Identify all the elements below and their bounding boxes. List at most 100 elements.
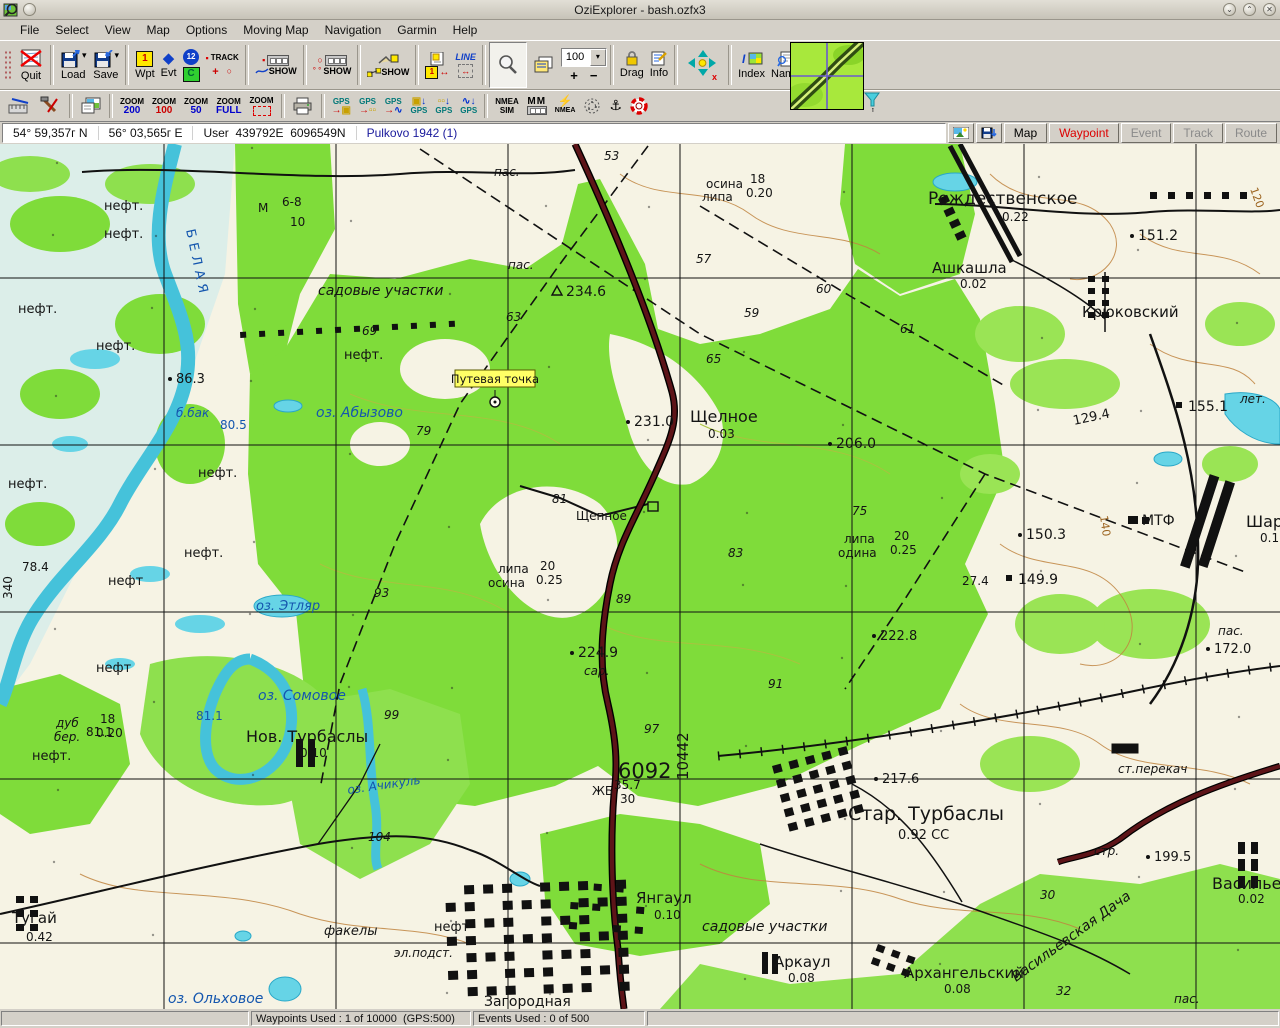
zoom-level-value[interactable]: 100 (562, 51, 590, 63)
map-label: Ашкашла (932, 259, 1007, 277)
topo-map[interactable]: пас.53осиналипа180.20Рождественское0.221… (0, 144, 1280, 1009)
gps-send-waypoints-button[interactable]: GPS→▣ (328, 93, 355, 120)
menu-item-navigation[interactable]: Navigation (317, 21, 390, 39)
print-button[interactable] (288, 93, 318, 120)
map-label: сар. (584, 664, 609, 678)
zoom-200-button[interactable]: ZOOM200 (116, 93, 148, 120)
track-add-icon[interactable]: + (212, 66, 218, 78)
map-label: Шарип (1246, 512, 1280, 531)
zoom-full-button[interactable]: ZOOMFULL (212, 93, 246, 120)
line-style-button[interactable]: LINE ↔ (452, 43, 479, 87)
image-button[interactable] (948, 123, 974, 143)
menu-item-garmin[interactable]: Garmin (389, 21, 444, 39)
gps-get-track-button[interactable]: ∿↓GPS (456, 93, 481, 120)
tab-event[interactable]: Event (1121, 123, 1172, 143)
screenshot-button[interactable] (76, 93, 106, 120)
menu-item-select[interactable]: Select (47, 21, 96, 39)
separator (728, 45, 732, 85)
zoom-label: ZOOM (250, 96, 274, 105)
menu-item-file[interactable]: File (12, 21, 47, 39)
tab-waypoint[interactable]: Waypoint (1049, 123, 1119, 143)
track-controls[interactable]: ▪TRACK +○ (203, 43, 242, 87)
menu-item-map[interactable]: Map (139, 21, 178, 39)
waypoint-create-button[interactable]: 1 Wpt (132, 43, 158, 87)
comment-icon[interactable]: C (183, 67, 200, 82)
magnify-button[interactable] (489, 42, 527, 88)
show-waypoints-button[interactable]: ○ ° °SHOW (310, 43, 355, 87)
shade-button[interactable]: ⌄ (1223, 3, 1236, 16)
mob-button[interactable] (626, 93, 652, 120)
menu-item-help[interactable]: Help (445, 21, 486, 39)
waypoint-number-icon[interactable]: 12 (183, 49, 199, 65)
satellite-status-button[interactable] (579, 93, 605, 120)
lcd-icon (527, 106, 547, 115)
zoom-in-button[interactable]: + (570, 68, 578, 83)
wpt-number-comment-buttons[interactable]: 12 C (180, 43, 203, 87)
show-routes-button[interactable]: SHOW (364, 43, 412, 87)
index-button[interactable]: I Index (735, 43, 768, 87)
anchor-alarm-button[interactable]: ⚓ (605, 93, 626, 120)
zoom-dropdown-button[interactable]: ▾ (590, 49, 606, 66)
save-button[interactable]: ▾ Save (90, 43, 123, 87)
measure-button[interactable] (4, 93, 36, 120)
nmea-monitor-button[interactable]: ⚡ NMEA (551, 93, 580, 120)
load-button[interactable]: ▾ Load (57, 43, 90, 87)
tab-route[interactable]: Route (1225, 123, 1277, 143)
gps-get-routes-button[interactable]: ▫▫↓GPS (431, 93, 456, 120)
drag-button[interactable]: Drag (617, 43, 647, 87)
close-button[interactable]: ✕ (1263, 3, 1276, 16)
tools-icon (40, 96, 62, 116)
map-label: Рождественское (928, 189, 1078, 209)
tools-button[interactable] (36, 93, 66, 120)
pan-pad[interactable]: x (681, 43, 725, 87)
map-label: Нов. Турбаслы (246, 727, 368, 746)
dropdown-arrow-icon[interactable]: ▾ (115, 50, 120, 61)
map-label: 0.10 (300, 746, 327, 760)
info-button[interactable]: Info (647, 43, 671, 87)
map-label: одина (838, 546, 877, 560)
map-label: нефт (108, 574, 144, 589)
map-label: 83 (728, 546, 743, 560)
zoom-out-button[interactable]: − (590, 68, 598, 83)
save-disk-icon (93, 50, 113, 68)
menu-item-view[interactable]: View (97, 21, 139, 39)
user-grid-display: User 439792E 6096549N (193, 126, 356, 140)
zoom-100-button[interactable]: ZOOM100 (148, 93, 180, 120)
menu-item-options[interactable]: Options (178, 21, 235, 39)
nmea-simulate-button[interactable]: NMEASIM (491, 93, 523, 120)
magnifier-icon (497, 54, 519, 76)
map-label: 99 (384, 708, 399, 722)
map-label: 172.0 (1214, 642, 1251, 657)
map-label: 104 (368, 830, 391, 844)
arrow-lr-icon: ↔ (439, 67, 449, 78)
title-bar: OziExplorer - bash.ozfx3 ⌄ ⌃ ✕ (0, 0, 1280, 20)
tab-track[interactable]: Track (1173, 123, 1223, 143)
index-map-icon: I (741, 51, 763, 67)
dropdown-arrow-icon[interactable]: ▾ (82, 50, 87, 61)
map-label: Тугай (11, 909, 57, 927)
gps-get-waypoints-button[interactable]: ▣↓GPS (406, 93, 431, 120)
wpt-list-button[interactable]: 1↔ (422, 43, 452, 87)
quit-button[interactable]: Quit (15, 43, 47, 87)
zoom-window-button[interactable]: ZOOM (246, 93, 278, 120)
zoom-50-button[interactable]: ZOOM50 (180, 93, 212, 120)
save-position-button[interactable] (976, 123, 1002, 143)
toolbar-grip[interactable] (4, 50, 13, 80)
track-point-icon[interactable]: ○ (227, 66, 232, 78)
zoom-value-label: 200 (124, 106, 141, 115)
map-viewport[interactable]: пас.53осиналипа180.20Рождественское0.221… (0, 144, 1280, 1009)
tab-map[interactable]: Map (1004, 123, 1047, 143)
filter-funnel-button[interactable] (864, 92, 882, 112)
map-label: 69 (362, 324, 377, 338)
show-track-button[interactable]: ▪ SHOW (252, 43, 300, 87)
gps-send-routes-button[interactable]: GPS→▫▫ (355, 93, 380, 120)
magnifier-preview[interactable] (790, 42, 864, 110)
event-create-button[interactable]: ◆ Evt (158, 43, 180, 87)
maximize-button[interactable]: ⌃ (1243, 3, 1256, 16)
map-view-button[interactable] (527, 43, 561, 87)
moving-map-button[interactable]: MM (523, 93, 551, 120)
gps-send-track-button[interactable]: GPS→∿ (380, 93, 406, 120)
menu-item-moving-map[interactable]: Moving Map (235, 21, 316, 39)
map-label: ст.перекач (1118, 762, 1187, 776)
map-label: 0.03 (708, 427, 735, 441)
